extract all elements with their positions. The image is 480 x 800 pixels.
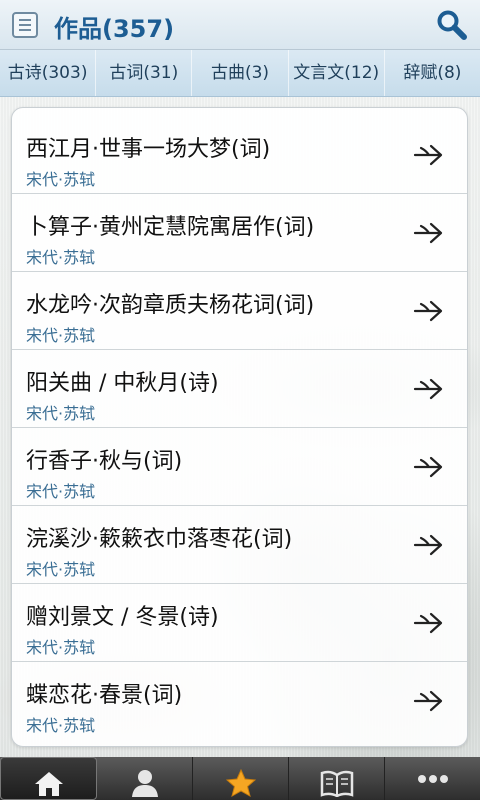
title-bar: 作品(357) (0, 0, 480, 50)
book-icon (320, 770, 353, 797)
works-list: 西江月·世事一场大梦(词) 宋代·苏轼 卜算子·黄州定慧院寓居作(词) 宋代·苏… (11, 107, 468, 747)
list-item[interactable]: 行香子·秋与(词) 宋代·苏轼 (12, 428, 467, 506)
more-icon (417, 775, 448, 783)
arrow-right-icon (413, 378, 443, 400)
work-title: 赠刘景文 / 冬景(诗) (26, 605, 219, 630)
nav-library[interactable] (289, 757, 385, 800)
nav-home[interactable] (0, 757, 97, 800)
tab-guci[interactable]: 古词(31) (96, 50, 193, 96)
page-title: 作品(357) (54, 15, 175, 43)
bottom-nav (0, 757, 480, 800)
tab-gushi[interactable]: 古诗(303) (0, 50, 97, 96)
work-author: 宋代·苏轼 (26, 248, 96, 267)
category-tabs: 古诗(303) 古词(31) 古曲(3) 文言文(12) 辞赋(8) (0, 50, 480, 97)
tab-guqu[interactable]: 古曲(3) (192, 50, 289, 96)
work-title: 蝶恋花·春景(词) (26, 683, 183, 708)
arrow-right-icon (413, 456, 443, 478)
work-title: 阳关曲 / 中秋月(诗) (26, 371, 219, 396)
list-item[interactable]: 卜算子·黄州定慧院寓居作(词) 宋代·苏轼 (12, 194, 467, 272)
list-item[interactable]: 阳关曲 / 中秋月(诗) 宋代·苏轼 (12, 350, 467, 428)
home-icon (34, 772, 63, 796)
work-author: 宋代·苏轼 (26, 404, 96, 423)
list-item[interactable]: 水龙吟·次韵章质夫杨花词(词) 宋代·苏轼 (12, 272, 467, 350)
search-icon[interactable] (436, 9, 468, 41)
person-icon (131, 770, 158, 797)
nav-person[interactable] (97, 757, 193, 800)
work-author: 宋代·苏轼 (26, 326, 96, 345)
arrow-right-icon (413, 222, 443, 244)
work-title: 水龙吟·次韵章质夫杨花词(词) (26, 293, 315, 318)
nav-more[interactable] (385, 757, 480, 800)
work-title: 卜算子·黄州定慧院寓居作(词) (26, 215, 315, 240)
menu-icon[interactable] (12, 12, 38, 38)
arrow-right-icon (413, 612, 443, 634)
work-author: 宋代·苏轼 (26, 170, 96, 189)
list-item[interactable]: 赠刘景文 / 冬景(诗) 宋代·苏轼 (12, 584, 467, 662)
arrow-right-icon (413, 300, 443, 322)
arrow-right-icon (413, 690, 443, 712)
arrow-right-icon (413, 534, 443, 556)
work-author: 宋代·苏轼 (26, 482, 96, 501)
list-item[interactable]: 西江月·世事一场大梦(词) 宋代·苏轼 (12, 116, 467, 194)
list-item[interactable]: 浣溪沙·簌簌衣巾落枣花(词) 宋代·苏轼 (12, 506, 467, 584)
tab-cifu[interactable]: 辞赋(8) (385, 50, 480, 96)
work-title: 浣溪沙·簌簌衣巾落枣花(词) (26, 527, 293, 552)
work-author: 宋代·苏轼 (26, 638, 96, 657)
arrow-right-icon (413, 144, 443, 166)
work-author: 宋代·苏轼 (26, 560, 96, 579)
work-author: 宋代·苏轼 (26, 716, 96, 735)
star-icon (225, 769, 256, 797)
work-title: 西江月·世事一场大梦(词) (26, 137, 271, 162)
tab-wenyanwen[interactable]: 文言文(12) (289, 50, 385, 96)
list-item[interactable]: 蝶恋花·春景(词) 宋代·苏轼 (12, 662, 467, 740)
work-title: 行香子·秋与(词) (26, 449, 183, 474)
nav-favorites[interactable] (193, 757, 289, 800)
